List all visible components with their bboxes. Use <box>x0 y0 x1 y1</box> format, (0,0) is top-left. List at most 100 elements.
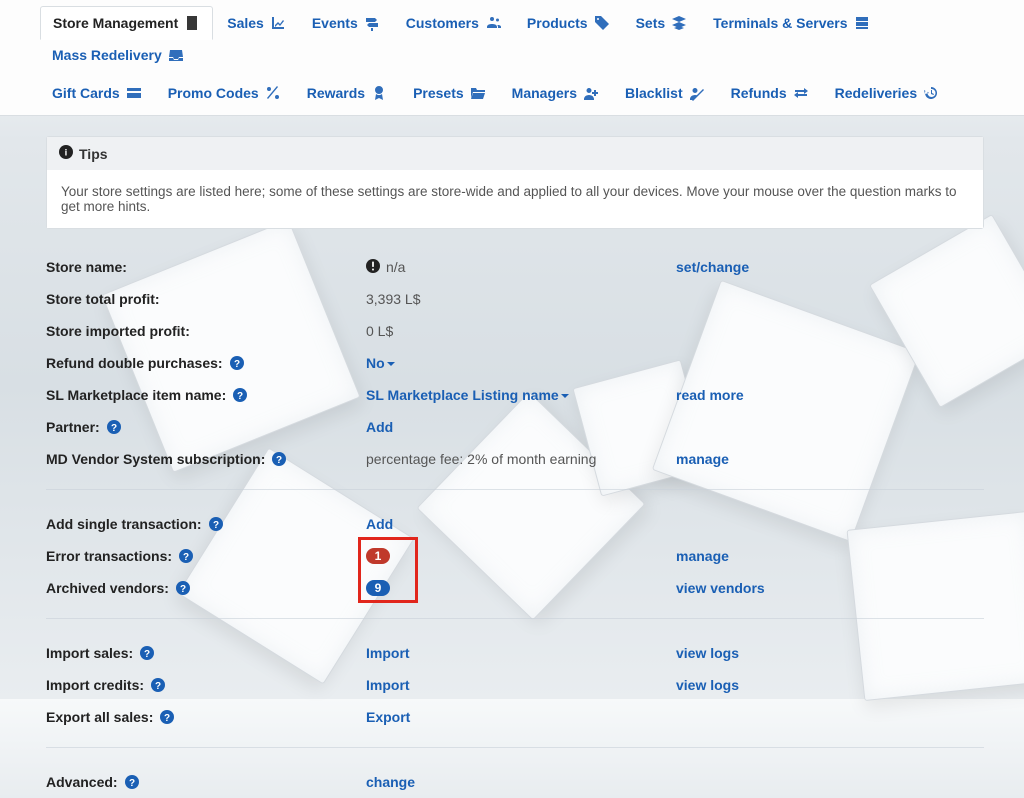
label: Add single transaction: <box>46 516 202 532</box>
help-icon[interactable]: ? <box>208 516 224 532</box>
tab-label: Store Management <box>53 15 178 31</box>
tab-redeliveries[interactable]: Redeliveries <box>823 77 952 109</box>
tab-mass-redelivery[interactable]: Mass Redelivery <box>40 39 196 71</box>
tab-promo-codes[interactable]: Promo Codes <box>156 77 293 109</box>
svg-text:?: ? <box>164 713 170 724</box>
help-icon[interactable]: ? <box>175 580 191 596</box>
help-icon[interactable]: ? <box>178 548 194 564</box>
tab-label: Events <box>312 15 358 31</box>
import-sales-link[interactable]: Import <box>366 645 410 661</box>
row-advanced: Advanced: ? change <box>46 766 984 798</box>
svg-text:?: ? <box>111 423 117 434</box>
row-store-imported-profit: Store imported profit: 0 L$ <box>46 315 984 347</box>
row-import-sales: Import sales: ? Import view logs <box>46 637 984 669</box>
row-import-credits: Import credits: ? Import view logs <box>46 669 984 701</box>
tab-presets[interactable]: Presets <box>401 77 498 109</box>
help-icon[interactable]: ? <box>106 419 122 435</box>
tab-label: Gift Cards <box>52 85 120 101</box>
tips-title: Tips <box>79 146 108 162</box>
building-icon <box>184 15 200 31</box>
tab-label: Presets <box>413 85 464 101</box>
svg-text:?: ? <box>183 552 189 563</box>
label: Archived vendors: <box>46 580 169 596</box>
server-icon <box>854 15 870 31</box>
tips-header: i Tips <box>47 137 983 170</box>
refund-double-dropdown[interactable]: No <box>366 355 395 371</box>
tab-label: Redeliveries <box>835 85 918 101</box>
award-icon <box>371 85 387 101</box>
percent-icon <box>265 85 281 101</box>
svg-text:i: i <box>65 148 68 159</box>
label: Advanced: <box>46 774 118 790</box>
manage-subscription-link[interactable]: manage <box>676 451 729 467</box>
archived-count-badge: 9 <box>366 580 390 596</box>
tab-refunds[interactable]: Refunds <box>719 77 821 109</box>
view-vendors-link[interactable]: view vendors <box>676 580 765 596</box>
label: MD Vendor System subscription: <box>46 451 265 467</box>
value: n/a <box>386 259 405 275</box>
view-logs-link[interactable]: view logs <box>676 645 739 661</box>
add-transaction-link[interactable]: Add <box>366 516 393 532</box>
label: Partner: <box>46 419 100 435</box>
tab-label: Promo Codes <box>168 85 259 101</box>
read-more-link[interactable]: read more <box>676 387 744 403</box>
help-icon[interactable]: ? <box>124 774 140 790</box>
tab-label: Mass Redelivery <box>52 47 162 63</box>
help-icon[interactable]: ? <box>150 677 166 693</box>
tags-icon <box>594 15 610 31</box>
tab-customers[interactable]: Customers <box>394 7 513 39</box>
folder-open-icon <box>470 85 486 101</box>
svg-text:?: ? <box>155 681 161 692</box>
label: Store total profit: <box>46 291 160 307</box>
exchange-icon <box>793 85 809 101</box>
label: Error transactions: <box>46 548 172 564</box>
tab-label: Rewards <box>307 85 365 101</box>
tab-sales[interactable]: Sales <box>215 7 298 39</box>
manage-errors-link[interactable]: manage <box>676 548 729 564</box>
settings-table: Store name: n/a set/change Store total p… <box>46 251 984 798</box>
svg-text:?: ? <box>144 649 150 660</box>
help-icon[interactable]: ? <box>139 645 155 661</box>
row-refund-double-purchases: Refund double purchases: ? No <box>46 347 984 379</box>
label: Import credits: <box>46 677 144 693</box>
row-sl-marketplace-name: SL Marketplace item name: ? SL Marketpla… <box>46 379 984 411</box>
tab-label: Refunds <box>731 85 787 101</box>
tab-gift-cards[interactable]: Gift Cards <box>40 77 154 109</box>
svg-text:?: ? <box>234 359 240 370</box>
sl-marketplace-dropdown[interactable]: SL Marketplace Listing name <box>366 387 569 403</box>
advanced-change-link[interactable]: change <box>366 774 415 790</box>
tab-products[interactable]: Products <box>515 7 622 39</box>
nav-tabs: Store Management Sales Events Customers … <box>0 0 1024 116</box>
import-credits-link[interactable]: Import <box>366 677 410 693</box>
set-change-link[interactable]: set/change <box>676 259 749 275</box>
label: Store imported profit: <box>46 323 190 339</box>
tab-store-management[interactable]: Store Management <box>40 6 213 40</box>
inbox-icon <box>168 47 184 63</box>
tab-blacklist[interactable]: Blacklist <box>613 77 717 109</box>
history-icon <box>923 85 939 101</box>
tab-label: Blacklist <box>625 85 683 101</box>
svg-text:?: ? <box>276 455 282 466</box>
help-icon[interactable]: ? <box>271 451 287 467</box>
info-icon: i <box>59 145 73 162</box>
help-icon[interactable]: ? <box>229 355 245 371</box>
partner-add-link[interactable]: Add <box>366 419 393 435</box>
tab-events[interactable]: Events <box>300 7 392 39</box>
tab-managers[interactable]: Managers <box>500 77 611 109</box>
tips-panel: i Tips Your store settings are listed he… <box>46 136 984 229</box>
tab-rewards[interactable]: Rewards <box>295 77 399 109</box>
help-icon[interactable]: ? <box>232 387 248 403</box>
value: 0 L$ <box>366 323 393 339</box>
value: percentage fee: 2% of month earning <box>366 451 596 467</box>
svg-text:?: ? <box>237 391 243 402</box>
svg-text:?: ? <box>129 778 135 789</box>
svg-text:?: ? <box>180 584 186 595</box>
tab-label: Customers <box>406 15 479 31</box>
export-link[interactable]: Export <box>366 709 410 725</box>
tab-sets[interactable]: Sets <box>624 7 700 39</box>
view-logs-link[interactable]: view logs <box>676 677 739 693</box>
tab-label: Terminals & Servers <box>713 15 847 31</box>
tab-terminals-servers[interactable]: Terminals & Servers <box>701 7 881 39</box>
row-archived-vendors: Archived vendors: ? 9 view vendors <box>46 572 984 604</box>
help-icon[interactable]: ? <box>159 709 175 725</box>
